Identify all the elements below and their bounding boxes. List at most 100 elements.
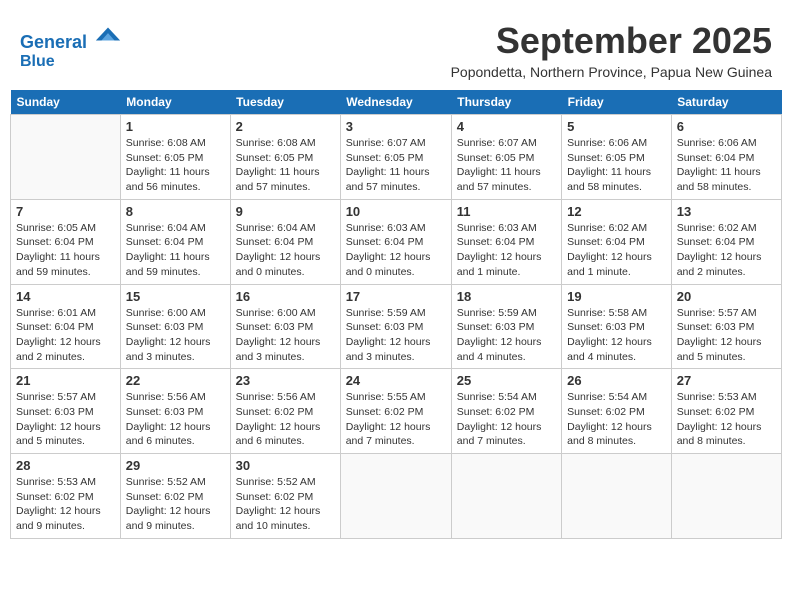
- day-number: 28: [16, 458, 115, 473]
- day-info: Sunrise: 5:56 AM Sunset: 6:02 PM Dayligh…: [236, 390, 335, 449]
- day-number: 25: [457, 373, 556, 388]
- title-section: September 2025 Popondetta, Northern Prov…: [451, 20, 772, 80]
- calendar-cell: 11 Sunrise: 6:03 AM Sunset: 6:04 PM Dayli…: [451, 199, 561, 284]
- day-number: 10: [346, 204, 446, 219]
- day-info: Sunrise: 5:54 AM Sunset: 6:02 PM Dayligh…: [567, 390, 666, 449]
- day-number: 8: [126, 204, 225, 219]
- day-number: 23: [236, 373, 335, 388]
- calendar-cell: 24 Sunrise: 5:55 AM Sunset: 6:02 PM Dayli…: [340, 369, 451, 454]
- calendar-cell: 2 Sunrise: 6:08 AM Sunset: 6:05 PM Daylig…: [230, 115, 340, 200]
- day-number: 27: [677, 373, 776, 388]
- day-info: Sunrise: 5:53 AM Sunset: 6:02 PM Dayligh…: [677, 390, 776, 449]
- day-number: 6: [677, 119, 776, 134]
- weekday-header-tuesday: Tuesday: [230, 90, 340, 115]
- day-number: 21: [16, 373, 115, 388]
- day-info: Sunrise: 6:04 AM Sunset: 6:04 PM Dayligh…: [126, 221, 225, 280]
- day-info: Sunrise: 5:55 AM Sunset: 6:02 PM Dayligh…: [346, 390, 446, 449]
- calendar-cell: 1 Sunrise: 6:08 AM Sunset: 6:05 PM Daylig…: [120, 115, 230, 200]
- calendar-cell: [451, 454, 561, 539]
- day-number: 26: [567, 373, 666, 388]
- calendar-cell: 6 Sunrise: 6:06 AM Sunset: 6:04 PM Daylig…: [671, 115, 781, 200]
- day-number: 4: [457, 119, 556, 134]
- day-number: 30: [236, 458, 335, 473]
- calendar-cell: 21 Sunrise: 5:57 AM Sunset: 6:03 PM Dayli…: [11, 369, 121, 454]
- day-info: Sunrise: 5:59 AM Sunset: 6:03 PM Dayligh…: [457, 306, 556, 365]
- calendar-cell: 10 Sunrise: 6:03 AM Sunset: 6:04 PM Dayli…: [340, 199, 451, 284]
- calendar-week-5: 28 Sunrise: 5:53 AM Sunset: 6:02 PM Dayli…: [11, 454, 782, 539]
- calendar-cell: 17 Sunrise: 5:59 AM Sunset: 6:03 PM Dayli…: [340, 284, 451, 369]
- day-number: 14: [16, 289, 115, 304]
- day-number: 18: [457, 289, 556, 304]
- calendar-cell: 28 Sunrise: 5:53 AM Sunset: 6:02 PM Dayli…: [11, 454, 121, 539]
- calendar-cell: 22 Sunrise: 5:56 AM Sunset: 6:03 PM Dayli…: [120, 369, 230, 454]
- day-info: Sunrise: 5:52 AM Sunset: 6:02 PM Dayligh…: [126, 475, 225, 534]
- logo-general: General: [20, 32, 87, 52]
- day-number: 20: [677, 289, 776, 304]
- day-info: Sunrise: 6:07 AM Sunset: 6:05 PM Dayligh…: [457, 136, 556, 195]
- day-number: 29: [126, 458, 225, 473]
- calendar-cell: [671, 454, 781, 539]
- day-number: 1: [126, 119, 225, 134]
- calendar-cell: [562, 454, 672, 539]
- weekday-header-thursday: Thursday: [451, 90, 561, 115]
- day-info: Sunrise: 5:53 AM Sunset: 6:02 PM Dayligh…: [16, 475, 115, 534]
- day-number: 22: [126, 373, 225, 388]
- calendar-cell: 27 Sunrise: 5:53 AM Sunset: 6:02 PM Dayli…: [671, 369, 781, 454]
- weekday-header-friday: Friday: [562, 90, 672, 115]
- day-info: Sunrise: 5:52 AM Sunset: 6:02 PM Dayligh…: [236, 475, 335, 534]
- day-info: Sunrise: 6:08 AM Sunset: 6:05 PM Dayligh…: [126, 136, 225, 195]
- weekday-header-wednesday: Wednesday: [340, 90, 451, 115]
- day-info: Sunrise: 5:57 AM Sunset: 6:03 PM Dayligh…: [677, 306, 776, 365]
- day-info: Sunrise: 6:06 AM Sunset: 6:05 PM Dayligh…: [567, 136, 666, 195]
- day-number: 11: [457, 204, 556, 219]
- day-info: Sunrise: 5:57 AM Sunset: 6:03 PM Dayligh…: [16, 390, 115, 449]
- day-info: Sunrise: 6:05 AM Sunset: 6:04 PM Dayligh…: [16, 221, 115, 280]
- calendar-cell: 19Sunrise: 5:58 AM Sunset: 6:03 PM Dayli…: [562, 284, 672, 369]
- day-info: Sunrise: 5:56 AM Sunset: 6:03 PM Dayligh…: [126, 390, 225, 449]
- day-info: Sunrise: 6:00 AM Sunset: 6:03 PM Dayligh…: [236, 306, 335, 365]
- calendar-cell: 8 Sunrise: 6:04 AM Sunset: 6:04 PM Daylig…: [120, 199, 230, 284]
- day-number: 12: [567, 204, 666, 219]
- day-number: 5: [567, 119, 666, 134]
- day-number: 7: [16, 204, 115, 219]
- calendar-cell: 23 Sunrise: 5:56 AM Sunset: 6:02 PM Dayli…: [230, 369, 340, 454]
- logo-icon: [94, 20, 122, 48]
- day-number: 17: [346, 289, 446, 304]
- calendar-cell: 3 Sunrise: 6:07 AM Sunset: 6:05 PM Daylig…: [340, 115, 451, 200]
- day-number: 24: [346, 373, 446, 388]
- day-info: Sunrise: 6:07 AM Sunset: 6:05 PM Dayligh…: [346, 136, 446, 195]
- day-info: Sunrise: 6:08 AM Sunset: 6:05 PM Dayligh…: [236, 136, 335, 195]
- calendar-cell: 26 Sunrise: 5:54 AM Sunset: 6:02 PM Dayli…: [562, 369, 672, 454]
- day-info: Sunrise: 6:02 AM Sunset: 6:04 PM Dayligh…: [677, 221, 776, 280]
- calendar-cell: 30 Sunrise: 5:52 AM Sunset: 6:02 PM Dayli…: [230, 454, 340, 539]
- calendar-week-3: 14Sunrise: 6:01 AM Sunset: 6:04 PM Dayli…: [11, 284, 782, 369]
- day-number: 3: [346, 119, 446, 134]
- day-info: Sunrise: 6:03 AM Sunset: 6:04 PM Dayligh…: [457, 221, 556, 280]
- page-header: General Blue September 2025 Popondetta, …: [10, 10, 782, 80]
- calendar-header-row: SundayMondayTuesdayWednesdayThursdayFrid…: [11, 90, 782, 115]
- day-info: Sunrise: 5:54 AM Sunset: 6:02 PM Dayligh…: [457, 390, 556, 449]
- day-number: 15: [126, 289, 225, 304]
- weekday-header-sunday: Sunday: [11, 90, 121, 115]
- calendar-cell: 5 Sunrise: 6:06 AM Sunset: 6:05 PM Daylig…: [562, 115, 672, 200]
- day-info: Sunrise: 5:59 AM Sunset: 6:03 PM Dayligh…: [346, 306, 446, 365]
- calendar-table: SundayMondayTuesdayWednesdayThursdayFrid…: [10, 90, 782, 539]
- day-info: Sunrise: 6:03 AM Sunset: 6:04 PM Dayligh…: [346, 221, 446, 280]
- calendar-cell: 7 Sunrise: 6:05 AM Sunset: 6:04 PM Daylig…: [11, 199, 121, 284]
- logo: General Blue: [20, 20, 122, 70]
- calendar-cell: 25 Sunrise: 5:54 AM Sunset: 6:02 PM Dayli…: [451, 369, 561, 454]
- day-number: 9: [236, 204, 335, 219]
- calendar-cell: 4 Sunrise: 6:07 AM Sunset: 6:05 PM Daylig…: [451, 115, 561, 200]
- day-number: 2: [236, 119, 335, 134]
- calendar-week-1: 1 Sunrise: 6:08 AM Sunset: 6:05 PM Daylig…: [11, 115, 782, 200]
- calendar-cell: 29 Sunrise: 5:52 AM Sunset: 6:02 PM Dayli…: [120, 454, 230, 539]
- calendar-cell: 14Sunrise: 6:01 AM Sunset: 6:04 PM Dayli…: [11, 284, 121, 369]
- month-title: September 2025: [451, 20, 772, 62]
- calendar-cell: 12Sunrise: 6:02 AM Sunset: 6:04 PM Dayli…: [562, 199, 672, 284]
- logo-blue: Blue: [20, 53, 122, 71]
- calendar-cell: 9Sunrise: 6:04 AM Sunset: 6:04 PM Daylig…: [230, 199, 340, 284]
- calendar-cell: [340, 454, 451, 539]
- day-info: Sunrise: 6:06 AM Sunset: 6:04 PM Dayligh…: [677, 136, 776, 195]
- calendar-cell: [11, 115, 121, 200]
- calendar-week-2: 7 Sunrise: 6:05 AM Sunset: 6:04 PM Daylig…: [11, 199, 782, 284]
